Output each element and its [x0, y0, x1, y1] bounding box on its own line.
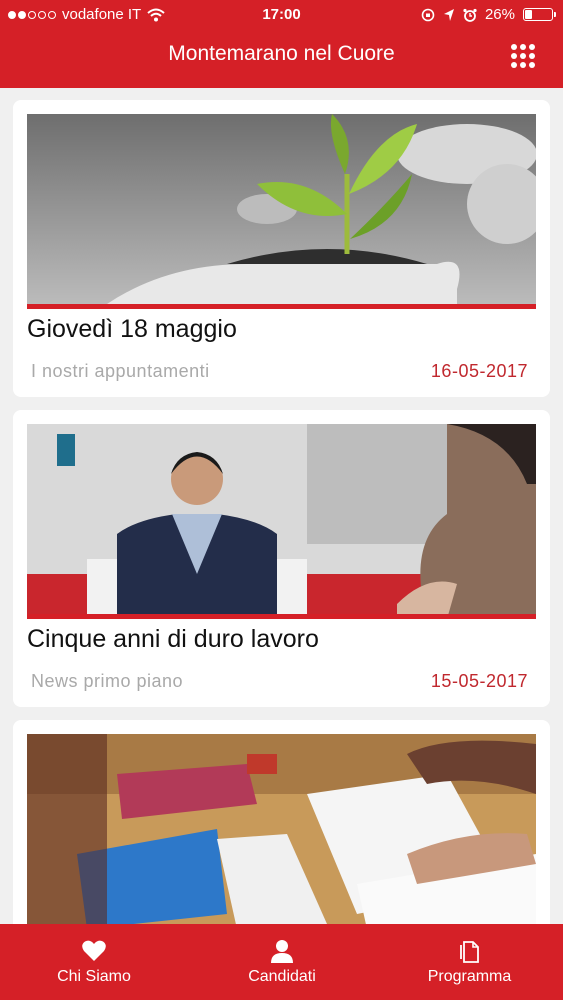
heart-icon [82, 940, 106, 961]
news-card[interactable]: Giovedì 18 maggio I nostri appuntamenti … [13, 100, 550, 397]
post-date: 15-05-2017 [430, 671, 528, 691]
post-category: News primo piano [31, 671, 184, 691]
location-icon [443, 8, 454, 21]
battery-percent: 26% [484, 6, 515, 23]
bottom-tab-bar: Chi Siamo Candidati Programma [0, 924, 563, 1000]
post-category: I nostri appuntamenti [31, 361, 210, 381]
app-header: vodafone IT 17:00 26% Montemarano nel Cu… [0, 0, 563, 88]
post-image-interview[interactable] [27, 424, 536, 619]
post-date: 16-05-2017 [430, 361, 528, 381]
post-image-voting[interactable] [27, 734, 536, 924]
post-image-seedling[interactable] [27, 114, 536, 309]
page-title: Montemarano nel Cuore [168, 42, 395, 65]
alarm-icon [463, 8, 477, 22]
news-card[interactable] [13, 720, 550, 924]
tab-label: Candidati [248, 968, 316, 985]
tab-chi-siamo[interactable]: Chi Siamo [0, 924, 188, 1000]
post-title[interactable]: Cinque anni di duro lavoro [27, 625, 319, 654]
tab-label: Programma [427, 968, 512, 985]
tab-programma[interactable]: Programma [376, 924, 563, 1000]
news-feed[interactable]: Giovedì 18 maggio I nostri appuntamenti … [0, 88, 563, 924]
tab-label: Chi Siamo [57, 968, 131, 985]
status-bar: vodafone IT 17:00 26% [0, 0, 563, 30]
news-card[interactable]: Cinque anni di duro lavoro News primo pi… [13, 410, 550, 707]
person-icon [271, 940, 293, 963]
image-divider [27, 614, 536, 619]
grid-icon[interactable] [511, 44, 535, 68]
image-divider [27, 304, 536, 309]
battery-icon [523, 8, 556, 21]
lock-rotation-icon [421, 8, 435, 21]
tab-candidati[interactable]: Candidati [188, 924, 376, 1000]
document-icon [459, 941, 479, 963]
post-title[interactable]: Giovedì 18 maggio [27, 315, 237, 344]
